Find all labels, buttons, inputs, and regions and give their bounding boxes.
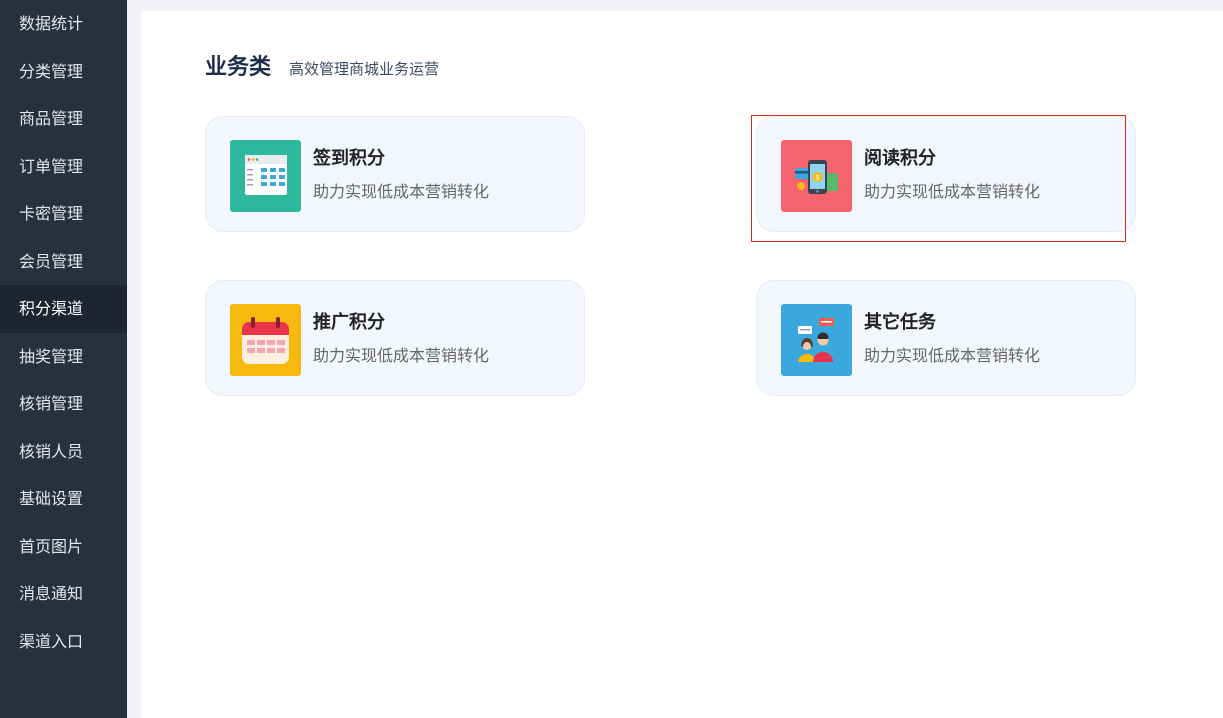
card-description: 助力实现低成本营销转化	[864, 182, 1041, 201]
calendar-icon	[230, 304, 301, 376]
card-reading-points[interactable]: $ 阅读积分 助力实现低成本营销转化	[756, 116, 1136, 232]
sidebar-item-verifiers[interactable]: 核销人员	[0, 428, 127, 476]
section-subtitle: 高效管理商城业务运营	[289, 60, 440, 78]
sidebar-item-category[interactable]: 分类管理	[0, 48, 127, 96]
card-title: 其它任务	[864, 312, 936, 333]
sidebar-item-data-stats[interactable]: 数据统计	[0, 0, 127, 48]
people-chat-icon	[781, 304, 852, 376]
card-checkin-points[interactable]: 签到积分 助力实现低成本营销转化	[205, 116, 585, 232]
card-title: 签到积分	[313, 148, 385, 169]
card-title: 推广积分	[313, 312, 385, 333]
sidebar-item-card-keys[interactable]: 卡密管理	[0, 190, 127, 238]
main-panel: 业务类 高效管理商城业务运营 签到积分 助力实现低成本营销转化 $ 阅读积分 助…	[141, 11, 1223, 718]
sidebar-item-basic-settings[interactable]: 基础设置	[0, 475, 127, 523]
sidebar-item-orders[interactable]: 订单管理	[0, 143, 127, 191]
card-description: 助力实现低成本营销转化	[313, 346, 490, 365]
sidebar-item-channel-entry[interactable]: 渠道入口	[0, 618, 127, 666]
section-title: 业务类	[205, 55, 272, 80]
svg-text:$: $	[816, 175, 820, 182]
sidebar-item-members[interactable]: 会员管理	[0, 238, 127, 286]
sidebar-item-products[interactable]: 商品管理	[0, 95, 127, 143]
card-other-tasks[interactable]: 其它任务 助力实现低成本营销转化	[756, 280, 1136, 396]
card-description: 助力实现低成本营销转化	[864, 346, 1041, 365]
phone-payment-icon: $	[781, 140, 852, 212]
sidebar-item-lottery[interactable]: 抽奖管理	[0, 333, 127, 381]
card-promotion-points[interactable]: 推广积分 助力实现低成本营销转化	[205, 280, 585, 396]
sidebar-item-verification[interactable]: 核销管理	[0, 380, 127, 428]
section-header: 业务类 高效管理商城业务运营	[205, 49, 439, 81]
sidebar-item-home-images[interactable]: 首页图片	[0, 523, 127, 571]
calendar-grid-icon	[230, 140, 301, 212]
card-title: 阅读积分	[864, 148, 936, 169]
sidebar-item-points-channel[interactable]: 积分渠道	[0, 285, 127, 333]
sidebar-item-notifications[interactable]: 消息通知	[0, 570, 127, 618]
sidebar: 数据统计 分类管理 商品管理 订单管理 卡密管理 会员管理 积分渠道 抽奖管理 …	[0, 0, 127, 718]
card-description: 助力实现低成本营销转化	[313, 182, 490, 201]
